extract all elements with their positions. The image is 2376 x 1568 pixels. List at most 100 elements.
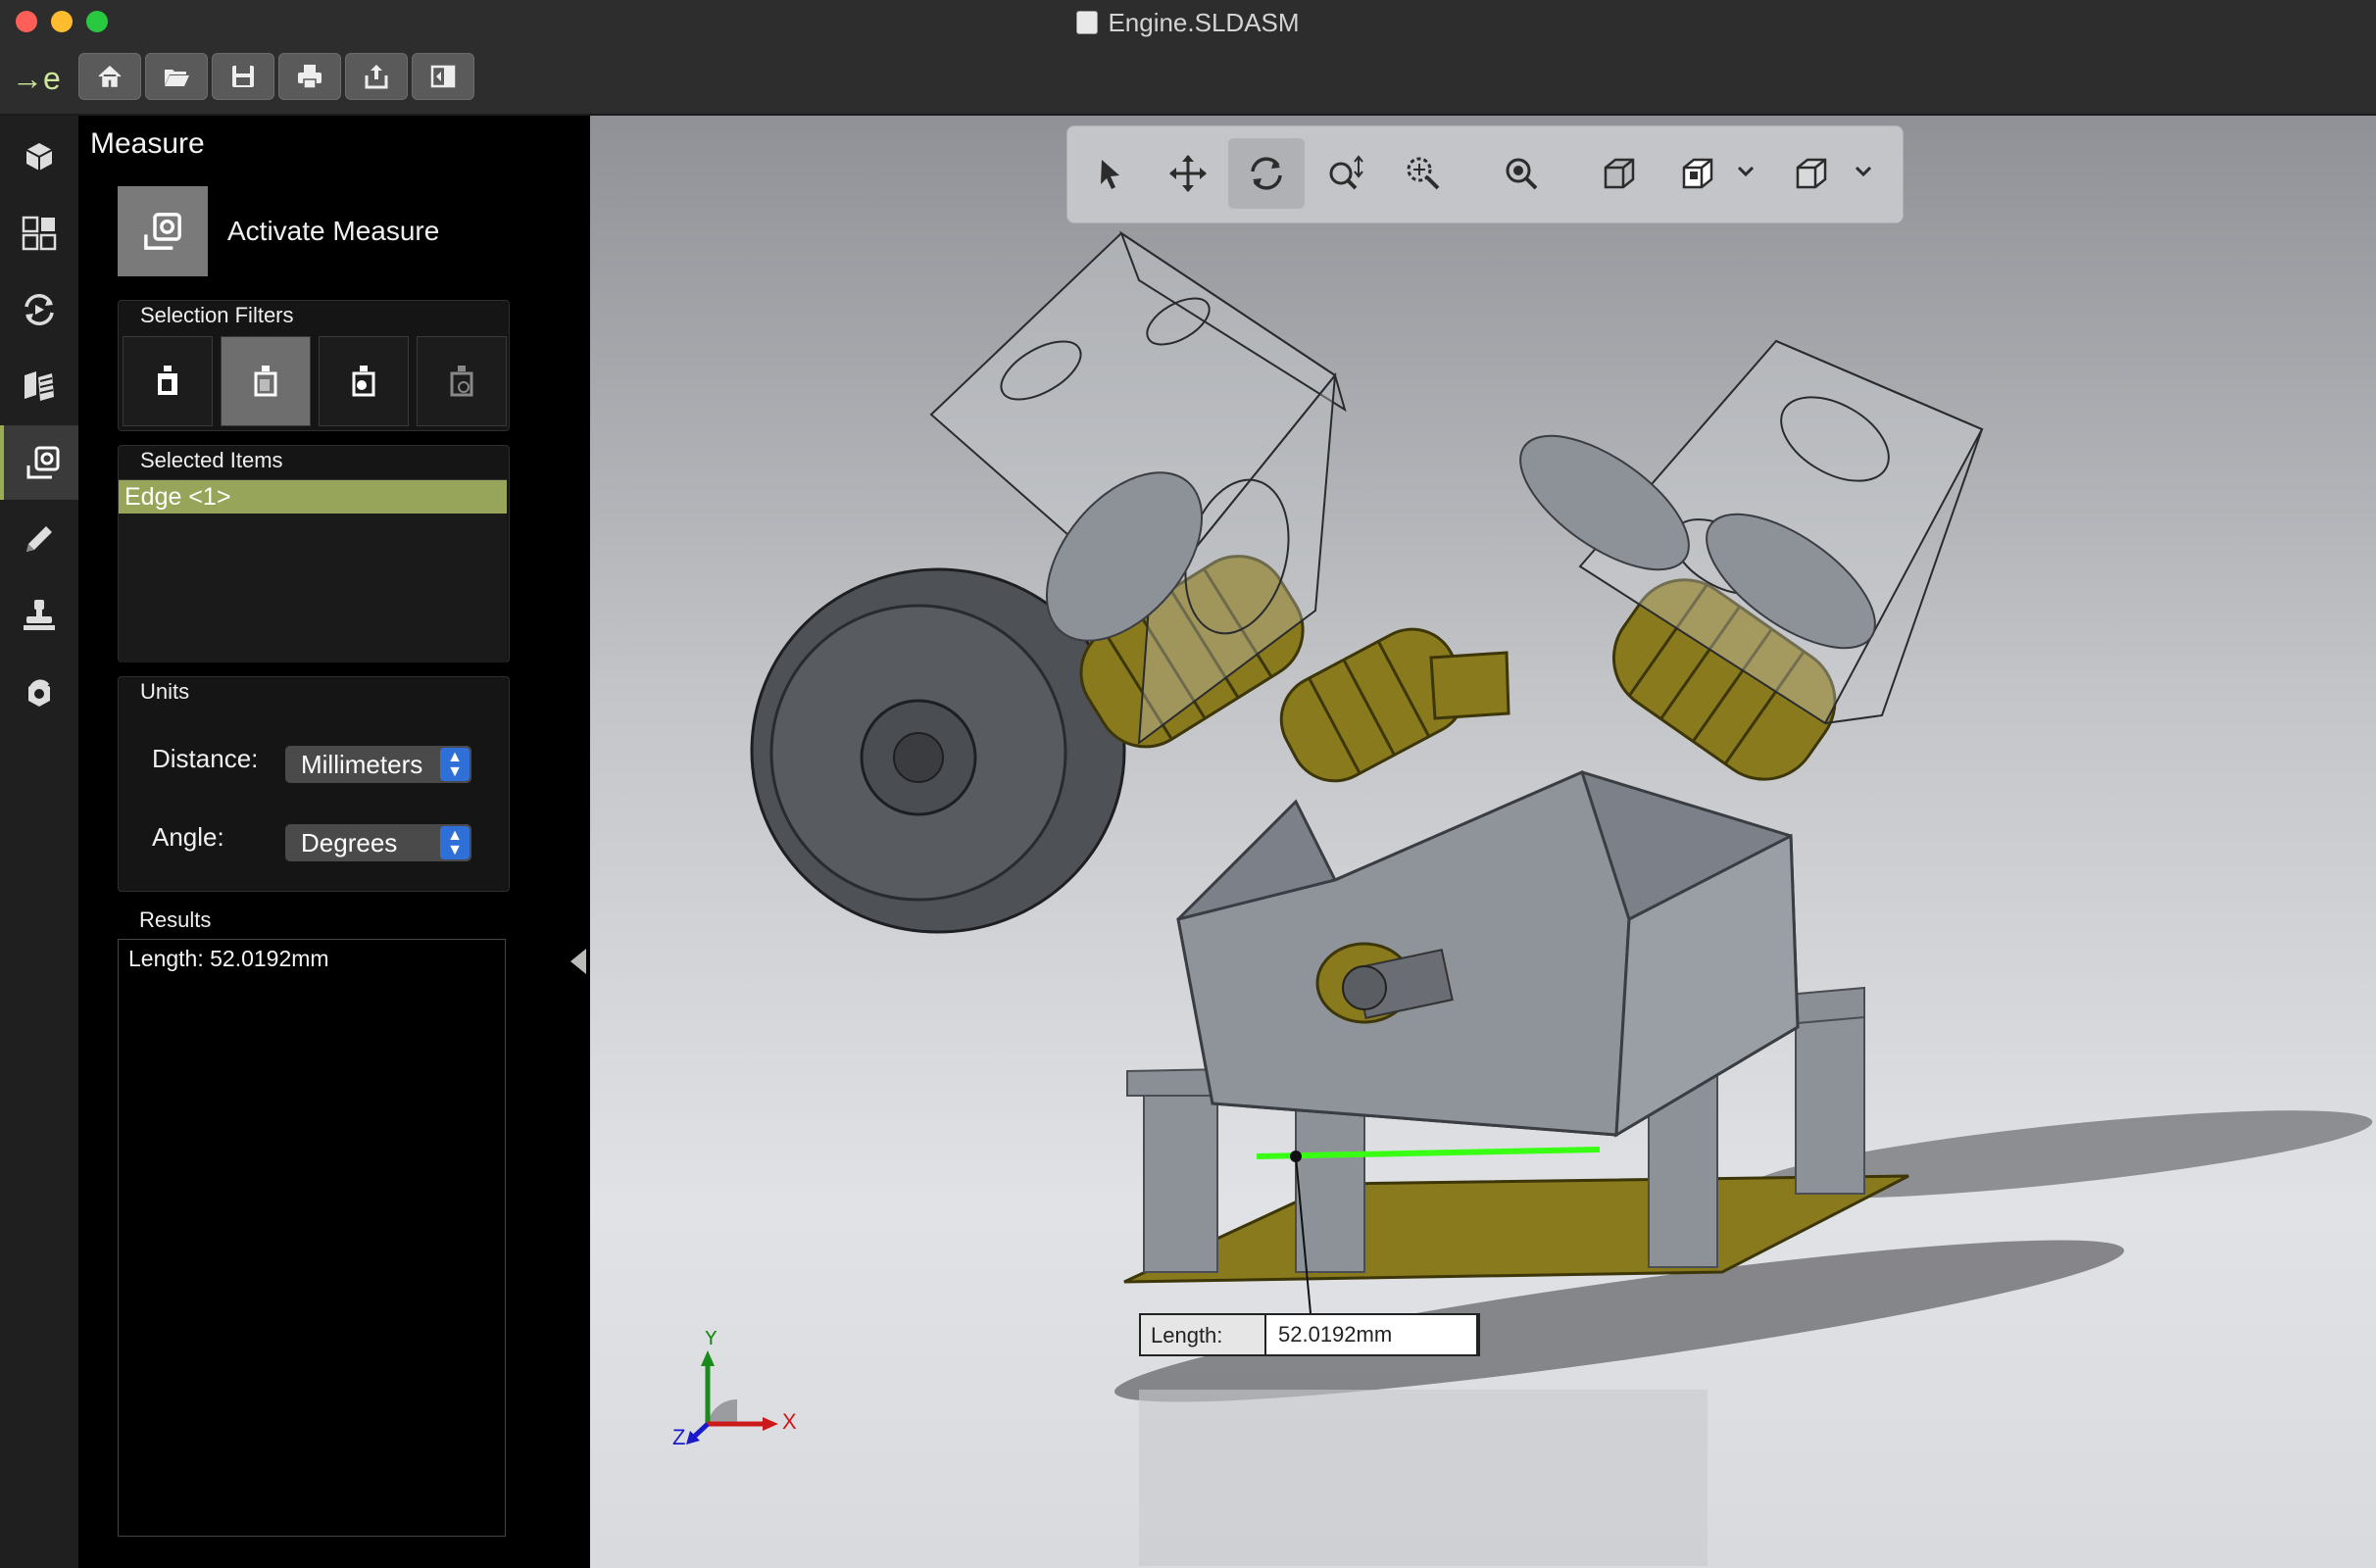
filter-point-icon: [450, 366, 473, 397]
chevron-down-icon[interactable]: [1734, 160, 1757, 183]
chevron-down-icon[interactable]: [1852, 160, 1875, 183]
filter-point-button[interactable]: [417, 336, 507, 426]
units-label: Units: [140, 679, 190, 704]
share-icon: [365, 65, 388, 89]
explode-tab[interactable]: [0, 349, 78, 423]
filter-face-button[interactable]: [123, 336, 213, 426]
section-tab[interactable]: [0, 655, 78, 729]
home-button[interactable]: [78, 53, 141, 100]
distance-unit-select[interactable]: Millimeters ▲ ▼: [285, 746, 471, 783]
engine-model: [750, 230, 2373, 1566]
model-tree-tab[interactable]: [0, 120, 78, 194]
measure-panel: Measure Activate Measure Selection Filte…: [78, 116, 590, 1568]
section-icon: [28, 679, 50, 707]
animation-tab[interactable]: [0, 272, 78, 347]
select-tool-button[interactable]: [1071, 138, 1148, 209]
home-icon: [98, 65, 122, 87]
left-icon-bar: [0, 116, 82, 1568]
rotate-tool-button[interactable]: [1228, 138, 1305, 209]
zoom-fit-icon: [1506, 158, 1538, 190]
select-arrows-icon: ▲ ▼: [440, 748, 470, 781]
stamp-icon: [24, 600, 55, 630]
filter-edge-icon: [254, 366, 277, 397]
display-style-button[interactable]: [1659, 138, 1736, 209]
angle-unit-select[interactable]: Degrees ▲ ▼: [285, 824, 471, 861]
pan-icon: [1169, 155, 1207, 192]
results-group: Results Length: 52.0192mm: [118, 906, 508, 1543]
markup-tab[interactable]: [0, 502, 78, 576]
view-orientation-icon: [1604, 158, 1635, 189]
list-item[interactable]: Edge <1>: [119, 480, 507, 514]
print-icon: [298, 65, 322, 89]
stamp-tab[interactable]: [0, 578, 78, 653]
panel-toggle-button[interactable]: [412, 53, 474, 100]
assembly-document-icon: [1076, 11, 1099, 34]
zoom-icon: [1329, 155, 1363, 190]
distance-unit-value: Millimeters: [301, 750, 423, 779]
measure-icon: [144, 213, 181, 250]
results-text-area[interactable]: Length: 52.0192mm: [118, 939, 506, 1537]
measure-icon: [26, 446, 60, 479]
folder-open-icon: [165, 70, 189, 86]
open-button[interactable]: [145, 53, 208, 100]
selected-items-group: Selected Items Edge <1>: [118, 445, 510, 662]
model-tree-icon: [25, 143, 53, 171]
select-icon: [1101, 160, 1119, 189]
filter-edge-button[interactable]: [221, 336, 311, 426]
selected-items-list[interactable]: Edge <1>: [119, 479, 507, 662]
app-logo: →e: [12, 61, 61, 96]
configurations-icon: [22, 216, 57, 251]
filter-vertex-button[interactable]: [319, 336, 409, 426]
display-style-icon: [1682, 158, 1713, 189]
units-group: Units Distance: Millimeters ▲ ▼ Angle: De…: [118, 676, 510, 892]
configurations-tab[interactable]: [0, 196, 78, 270]
measure-callout-value: 52.0192mm: [1264, 1313, 1478, 1356]
window-title-text: Engine.SLDASM: [1108, 8, 1300, 37]
selection-filters-label: Selection Filters: [140, 303, 294, 327]
zoom-tool-button[interactable]: [1307, 138, 1383, 209]
view-orientation-button[interactable]: [1581, 138, 1658, 209]
angle-label: Angle:: [152, 822, 224, 852]
y-axis-arrow-icon: [701, 1350, 715, 1366]
app-window: Engine.SLDASM →e Measure Activate Measur…: [0, 0, 2376, 1568]
x-axis-arrow-icon: [763, 1417, 778, 1431]
filter-vertex-icon: [352, 366, 375, 397]
collapse-panel-icon[interactable]: [570, 949, 586, 974]
save-button[interactable]: [212, 53, 274, 100]
measure-callout-key: Length:: [1151, 1323, 1223, 1348]
section-view-button[interactable]: [1773, 138, 1850, 209]
explode-icon: [25, 371, 54, 401]
results-label: Results: [139, 907, 212, 932]
x-axis-label: X: [782, 1409, 797, 1434]
pan-tool-button[interactable]: [1150, 138, 1226, 209]
panel-toggle-icon: [430, 65, 456, 88]
save-icon: [232, 66, 254, 87]
window-title: Engine.SLDASM: [0, 8, 2376, 38]
measure-tab[interactable]: [0, 425, 82, 500]
measure-callout[interactable]: Length: 52.0192mm: [1139, 1313, 1480, 1356]
selected-items-label: Selected Items: [140, 448, 283, 472]
axis-triad[interactable]: Y X Z: [668, 1331, 806, 1458]
markup-pen-icon: [26, 526, 52, 552]
section-view-icon: [1796, 158, 1827, 189]
zoom-area-icon: [1407, 157, 1440, 190]
y-axis-label: Y: [704, 1331, 718, 1349]
animation-icon: [25, 294, 54, 325]
filter-face-icon: [158, 366, 177, 395]
print-button[interactable]: [278, 53, 341, 100]
share-button[interactable]: [345, 53, 408, 100]
z-axis-label: Z: [672, 1425, 685, 1449]
panel-title: Measure: [90, 127, 205, 160]
distance-label: Distance:: [152, 744, 259, 773]
3d-viewport[interactable]: Length: 52.0192mm Y X Z: [590, 116, 2376, 1568]
view-toolbar: [1066, 125, 1904, 223]
rotate-icon: [1251, 157, 1282, 190]
activate-measure-button[interactable]: [118, 186, 208, 276]
select-arrows-icon: ▲ ▼: [440, 826, 470, 859]
main-toolbar: →e: [0, 43, 2376, 116]
angle-unit-value: Degrees: [301, 828, 398, 858]
zoom-area-tool-button[interactable]: [1385, 138, 1461, 209]
title-bar: Engine.SLDASM: [0, 0, 2376, 43]
activate-measure-label: Activate Measure: [227, 216, 440, 246]
zoom-fit-tool-button[interactable]: [1483, 138, 1559, 209]
